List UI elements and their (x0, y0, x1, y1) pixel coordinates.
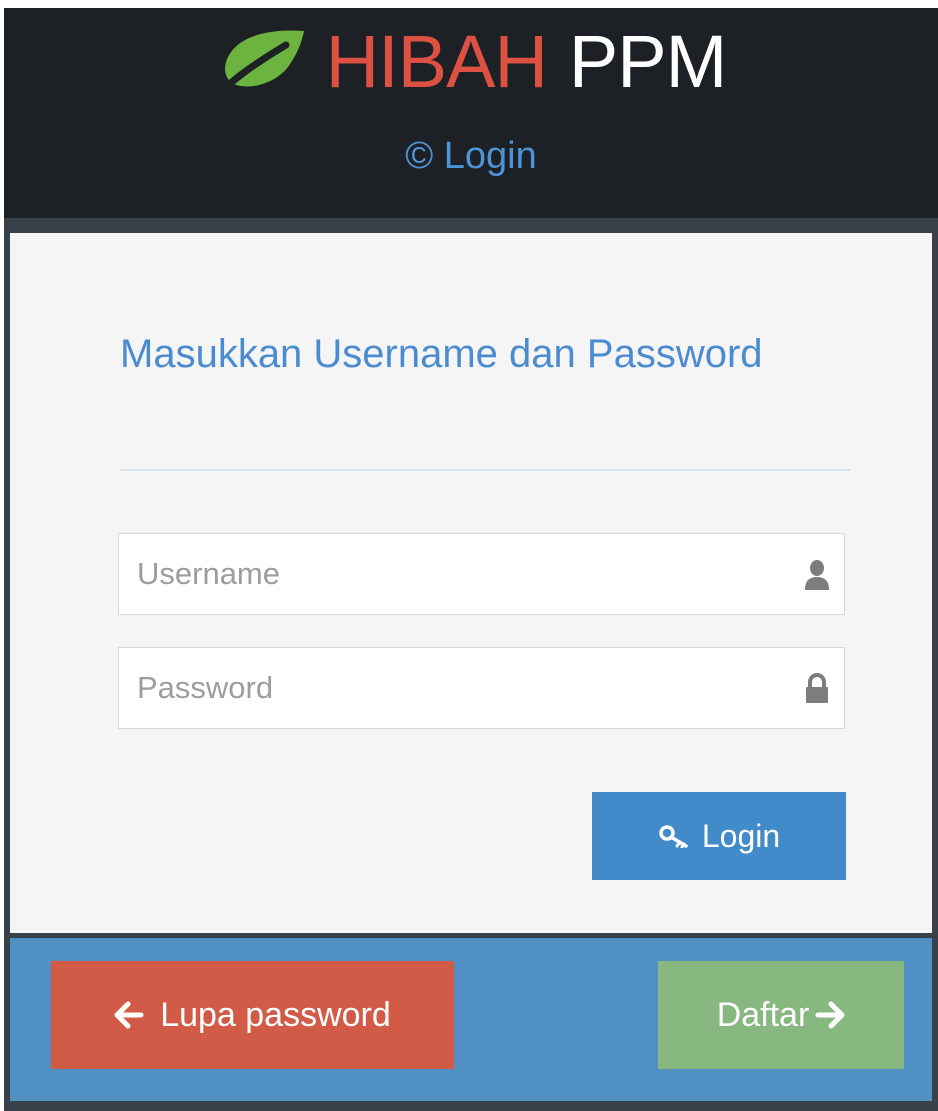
leaf-icon (216, 30, 304, 97)
password-field[interactable] (118, 647, 845, 729)
username-input[interactable] (119, 534, 777, 614)
app-header: HIBAH PPM © Login (4, 8, 938, 218)
login-button-label: Login (701, 817, 781, 854)
register-button[interactable]: Daftar (658, 961, 904, 1069)
arrow-left-icon (114, 1001, 144, 1029)
lock-icon (806, 673, 828, 703)
heading-divider (120, 469, 850, 471)
brand-primary: HIBAH (325, 20, 548, 103)
form-heading: Masukkan Username dan Password (120, 332, 763, 376)
brand-title: HIBAH PPM (4, 22, 938, 102)
login-page: HIBAH PPM © Login Masukkan Username dan … (4, 8, 938, 1111)
username-field[interactable] (118, 533, 845, 615)
register-label: Daftar (716, 995, 810, 1034)
page-subtitle: © Login (405, 135, 537, 177)
login-footer: Lupa password Daftar (10, 938, 932, 1101)
login-card: Masukkan Username dan Password Login (10, 233, 932, 933)
user-icon (805, 560, 829, 590)
arrow-right-icon (815, 1001, 845, 1029)
forgot-password-button[interactable]: Lupa password (51, 961, 454, 1069)
login-button[interactable]: Login (592, 792, 846, 880)
brand-secondary: PPM (568, 20, 727, 103)
forgot-password-label: Lupa password (160, 995, 391, 1034)
password-input[interactable] (119, 648, 777, 728)
key-icon (659, 825, 688, 848)
